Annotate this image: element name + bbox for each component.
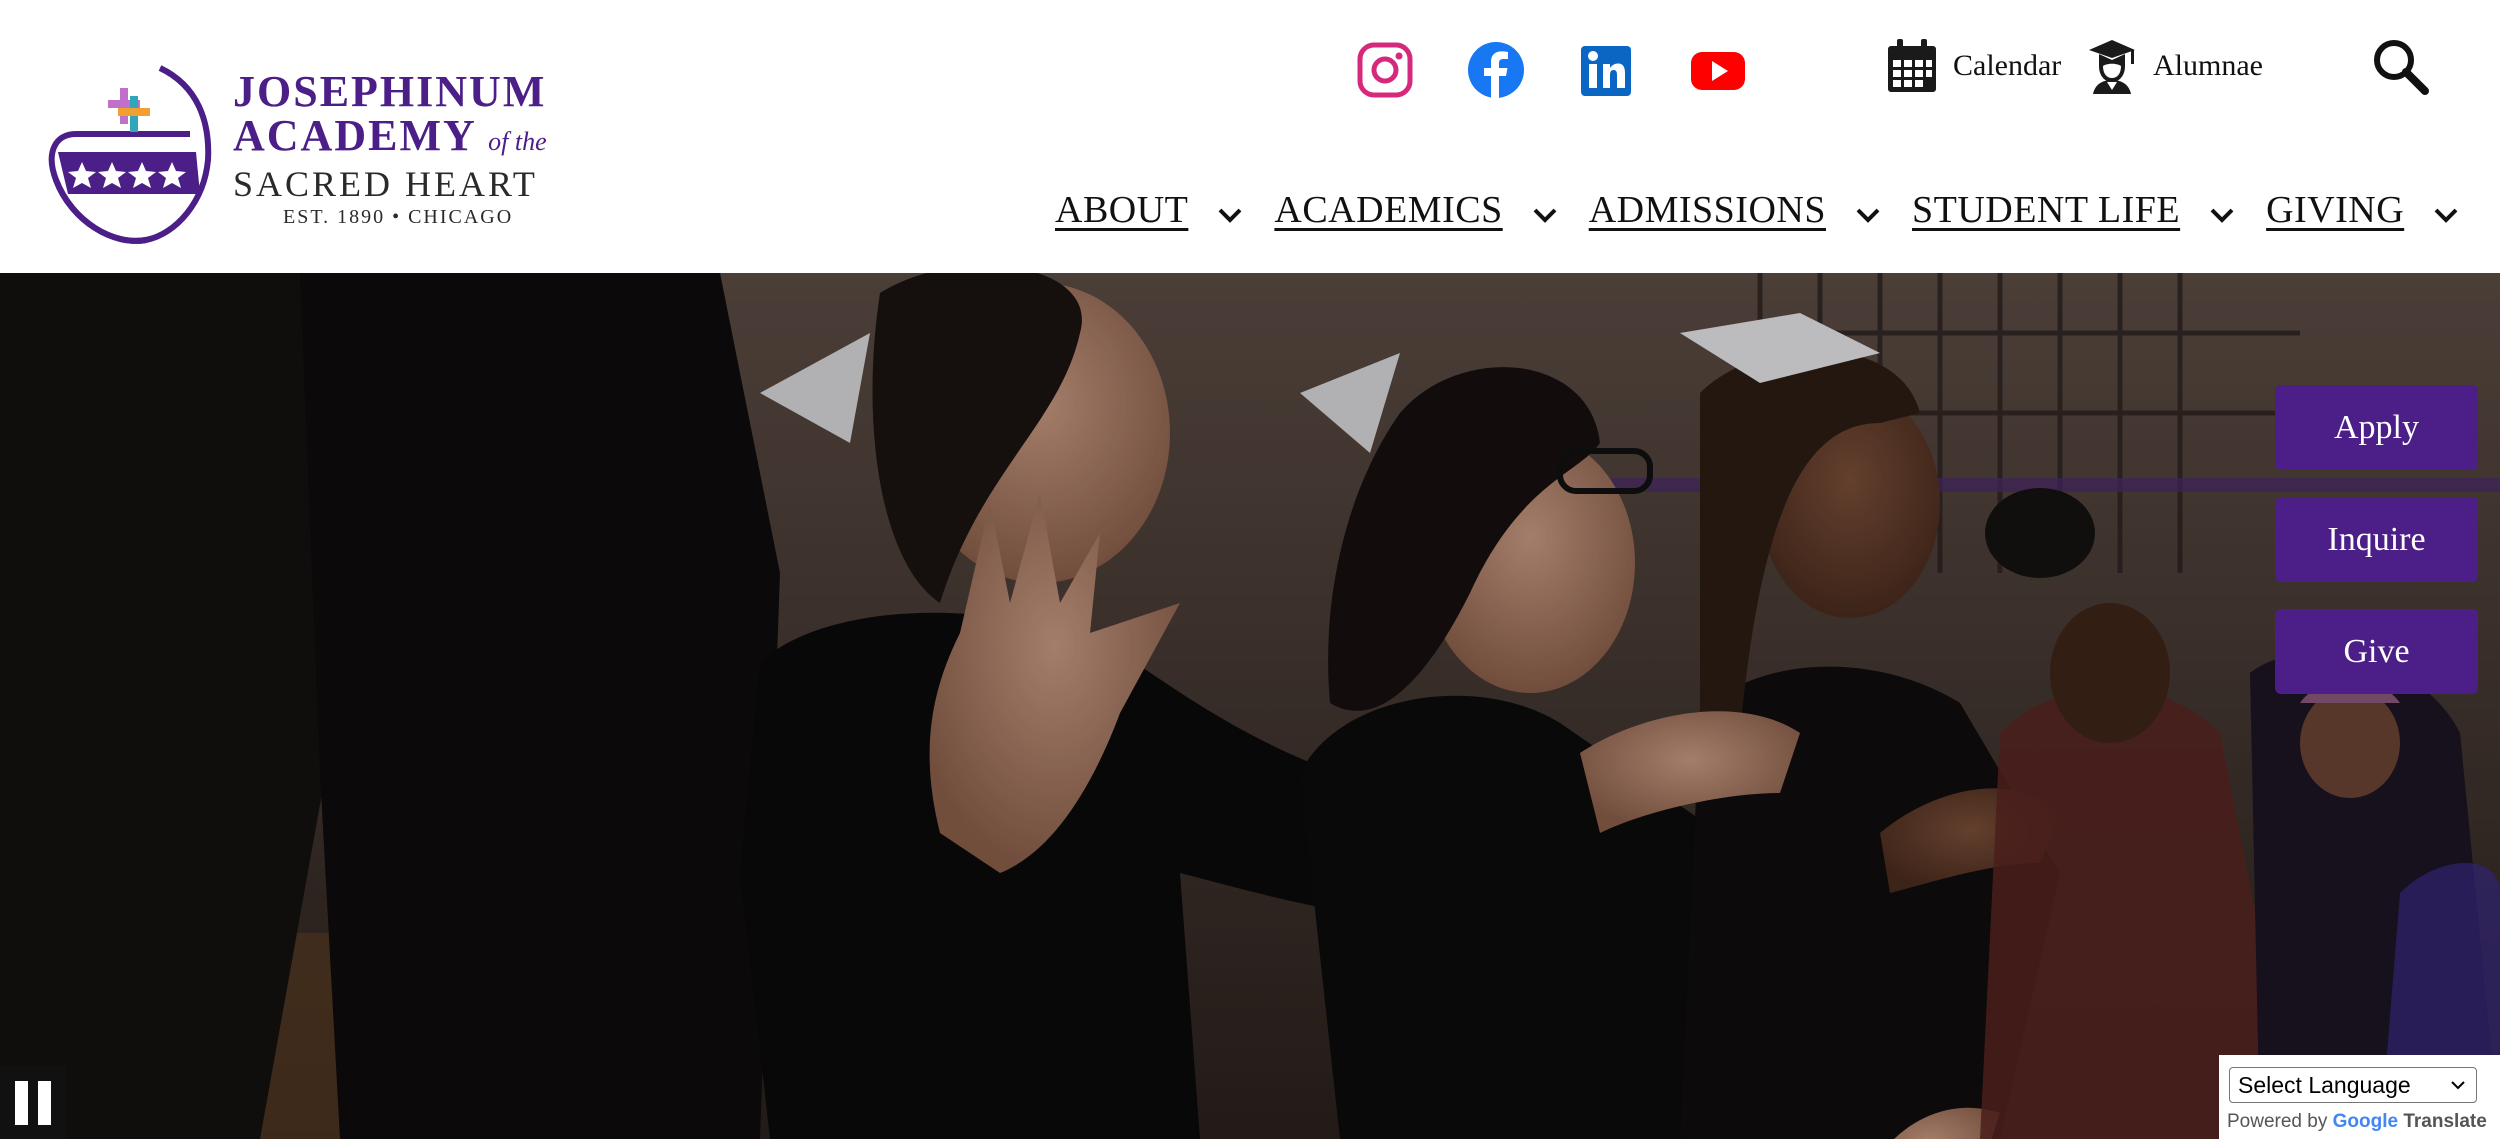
give-button[interactable]: Give (2275, 609, 2478, 694)
nav-link-academics[interactable]: ACADEMICS (1274, 188, 1502, 232)
chevron-down-icon[interactable] (2432, 201, 2460, 229)
nav-link-giving[interactable]: GIVING (2266, 188, 2404, 232)
language-select-value: Select Language (2238, 1071, 2411, 1098)
calendar-label: Calendar (1953, 49, 2062, 82)
nav-link-about[interactable]: ABOUT (1055, 188, 1188, 232)
pause-button[interactable] (0, 1066, 66, 1139)
nav-item-giving: GIVING (2266, 188, 2460, 232)
language-select[interactable]: Select Language (2229, 1067, 2477, 1103)
search-icon (2374, 40, 2429, 95)
alumnae-link[interactable]: Alumnae (2085, 34, 2263, 98)
nav-item-academics: ACADEMICS (1274, 188, 1558, 232)
school-logo[interactable]: JOSEPHINUM ACADEMY of the SACRED HEART E… (48, 58, 568, 248)
powered-by-text: Powered by (2227, 1111, 2328, 1132)
graduate-icon (2089, 40, 2135, 94)
instagram-link[interactable] (1355, 40, 1415, 100)
linkedin-icon (1581, 46, 1631, 96)
alumnae-label: Alumnae (2153, 49, 2263, 82)
chevron-down-icon[interactable] (2208, 201, 2236, 229)
calendar-link[interactable]: Calendar (1885, 34, 2061, 98)
calendar-icon (1888, 39, 1936, 92)
instagram-icon (1357, 42, 1413, 98)
chevron-down-icon[interactable] (1216, 201, 1244, 229)
logo-academy: ACADEMY (233, 111, 476, 160)
search-button[interactable] (2370, 36, 2430, 96)
pause-icon-bar (38, 1080, 51, 1125)
logo-line-3: SACRED HEART (233, 164, 538, 204)
hero-photo (0, 273, 2500, 1139)
chevron-down-icon[interactable] (1854, 201, 1882, 229)
nav-link-admissions[interactable]: ADMISSIONS (1589, 188, 1826, 232)
youtube-icon (1691, 52, 1745, 90)
logo-wordmark: JOSEPHINUM ACADEMY of the SACRED HEART E… (233, 70, 573, 229)
nav-link-student-life[interactable]: STUDENT LIFE (1912, 188, 2180, 232)
facebook-icon (1468, 42, 1524, 98)
powered-by-google: Powered by Google Translate (2227, 1111, 2487, 1133)
site-header: JOSEPHINUM ACADEMY of the SACRED HEART E… (0, 0, 2500, 273)
logo-of-the: of the (488, 127, 547, 156)
logo-established: EST. 1890 • CHICAGO (283, 206, 514, 228)
translate-link[interactable]: Translate (2403, 1111, 2486, 1132)
logo-line-1: JOSEPHINUM (233, 67, 547, 116)
nav-item-student-life: STUDENT LIFE (1912, 188, 2236, 232)
google-logo-text: Google (2332, 1111, 2399, 1132)
linkedin-link[interactable] (1577, 40, 1637, 100)
facebook-link[interactable] (1466, 40, 1526, 100)
inquire-button[interactable]: Inquire (2275, 497, 2478, 582)
heart-cross-stars-logo (48, 65, 212, 244)
nav-item-admissions: ADMISSIONS (1589, 188, 1882, 232)
hero-banner: Apply Inquire Give (0, 273, 2500, 1139)
translate-widget: Select Language Powered by Google Transl… (2219, 1055, 2500, 1139)
youtube-link[interactable] (1688, 40, 1748, 100)
logo-line-2: ACADEMY of the (233, 114, 573, 164)
main-nav: ABOUT ACADEMICS ADMISSIONS STUDENT LIFE … (1055, 180, 2490, 240)
pause-icon (15, 1080, 28, 1125)
chevron-down-icon[interactable] (1531, 201, 1559, 229)
chevron-down-icon (2451, 1081, 2465, 1090)
nav-item-about: ABOUT (1055, 188, 1244, 232)
apply-button[interactable]: Apply (2275, 385, 2478, 470)
